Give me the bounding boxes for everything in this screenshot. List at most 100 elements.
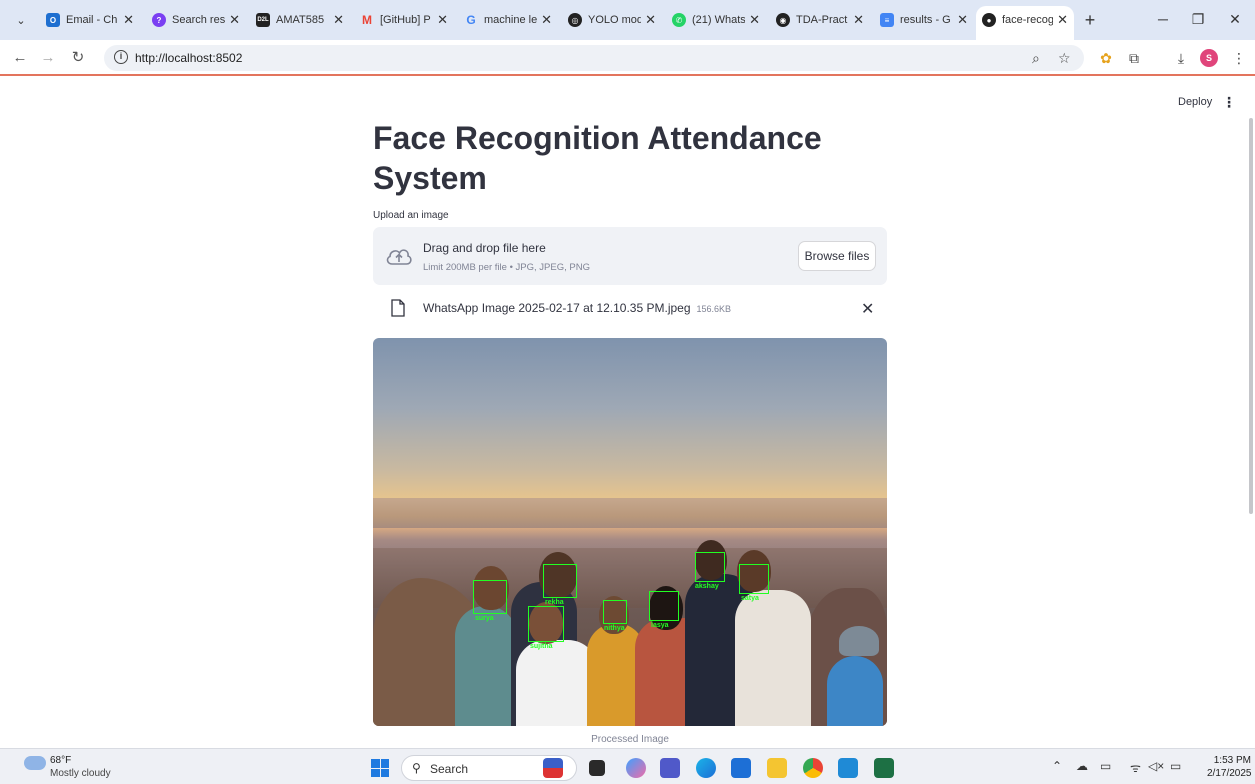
store-icon[interactable] xyxy=(731,758,751,778)
teams-icon[interactable] xyxy=(660,758,680,778)
face-box xyxy=(739,564,769,594)
excel-icon[interactable] xyxy=(874,758,894,778)
close-tab-icon[interactable]: ✕ xyxy=(229,12,240,28)
file-dropzone[interactable]: Drag and drop file here Limit 200MB per … xyxy=(373,227,887,285)
outlook-icon: O xyxy=(46,13,60,27)
dropzone-instruction: Drag and drop file here xyxy=(423,241,546,255)
close-tab-icon[interactable]: ✕ xyxy=(437,12,448,28)
address-bar[interactable]: i http://localhost:8502 ⌕ ☆ xyxy=(104,45,1084,71)
close-tab-icon[interactable]: ✕ xyxy=(541,12,552,28)
face-box xyxy=(528,606,564,642)
clock-date: 2/17/2025 xyxy=(1207,768,1252,779)
edge-icon[interactable] xyxy=(696,758,716,778)
onedrive-icon[interactable]: ☁ xyxy=(1076,759,1088,773)
gmail-icon: M xyxy=(362,13,372,27)
weather-temperature[interactable]: 68°F xyxy=(50,755,71,766)
tab-whatsapp[interactable]: ✆ (21) Whats ✕ xyxy=(666,6,766,34)
puzzle-extensions-icon[interactable]: ⧉ xyxy=(1125,49,1143,67)
tab-face-recognition[interactable]: ● face-recog ✕ xyxy=(976,6,1074,40)
face-label: lasya xyxy=(651,622,669,629)
taskbar: 68°F Mostly cloudy ⚲ Search ⌃ ☁ ▭ ᯤ ◁× ▭… xyxy=(0,748,1255,784)
show-hidden-icons-icon[interactable]: ⌃ xyxy=(1052,759,1062,773)
tab-tda-practice[interactable]: ◉ TDA-Pract ✕ xyxy=(770,6,870,34)
google-docs-icon: ≡ xyxy=(880,13,894,27)
close-tab-icon[interactable]: ✕ xyxy=(1057,12,1068,28)
deploy-button[interactable]: Deploy xyxy=(1178,96,1212,108)
clock-time: 1:53 PM xyxy=(1213,755,1251,766)
wifi-icon[interactable]: ᯤ xyxy=(1130,759,1141,776)
cloud-upload-icon xyxy=(386,249,412,265)
forward-arrow-icon[interactable]: → xyxy=(38,48,58,68)
file-name: WhatsApp Image 2025-02-17 at 12.10.35 PM… xyxy=(423,301,691,315)
remove-file-icon[interactable]: ✕ xyxy=(861,299,874,319)
face-box xyxy=(649,591,679,621)
d2l-icon: D2L xyxy=(256,13,270,27)
search-results-icon: ? xyxy=(152,13,166,27)
chrome-icon[interactable] xyxy=(803,758,823,778)
file-icon xyxy=(391,299,405,317)
search-placeholder: Search xyxy=(430,762,469,776)
display-icon[interactable]: ▭ xyxy=(1100,759,1111,773)
uploaded-file-row: WhatsApp Image 2025-02-17 at 12.10.35 PM… xyxy=(373,295,887,323)
face-label: sujitha xyxy=(530,643,553,650)
extension-icon[interactable]: ✿ xyxy=(1097,49,1115,67)
profile-avatar[interactable]: S xyxy=(1200,49,1218,67)
face-label: surya xyxy=(475,615,494,622)
minimize-icon[interactable]: ─ xyxy=(1148,8,1178,30)
back-arrow-icon[interactable]: ← xyxy=(10,48,30,68)
zoom-icon[interactable]: ⌕ xyxy=(1032,50,1040,67)
download-icon[interactable]: ⤓ xyxy=(1172,49,1190,67)
face-label: nithya xyxy=(604,625,625,632)
close-tab-icon[interactable]: ✕ xyxy=(123,12,134,28)
tab-yolo[interactable]: ◎ YOLO mod ✕ xyxy=(562,6,662,34)
taskbar-clock[interactable]: 1:53 PM 2/17/2025 xyxy=(1207,754,1252,780)
close-tab-icon[interactable]: ✕ xyxy=(957,12,968,28)
openai-icon: ◎ xyxy=(568,13,582,27)
cloud-weather-icon[interactable] xyxy=(24,756,46,770)
site-info-icon[interactable]: i xyxy=(114,50,128,64)
tab-email[interactable]: O Email - Ch ✕ xyxy=(40,6,140,34)
new-tab-button[interactable]: + xyxy=(1080,10,1100,30)
processed-image: surya rekha sujitha nithya lasya akshay … xyxy=(373,338,887,726)
volume-muted-icon[interactable]: ◁× xyxy=(1148,759,1164,773)
face-label: satya xyxy=(741,595,759,602)
reload-icon[interactable]: ↻ xyxy=(68,48,88,68)
browse-files-button[interactable]: Browse files xyxy=(798,241,876,271)
search-icon: ⚲ xyxy=(412,761,421,775)
tab-search-chevron-icon[interactable]: ⌄ xyxy=(6,8,36,32)
face-box xyxy=(543,564,577,598)
close-tab-icon[interactable]: ✕ xyxy=(333,12,344,28)
browser-menu-icon[interactable]: ⋮ xyxy=(1230,49,1248,67)
tab-machine-learning[interactable]: G machine le ✕ xyxy=(458,6,558,34)
restore-icon[interactable]: ❐ xyxy=(1183,8,1213,30)
vscode-icon[interactable] xyxy=(838,758,858,778)
flag-widget-icon[interactable] xyxy=(543,758,563,778)
url-text[interactable]: http://localhost:8502 xyxy=(135,51,242,65)
windows-start-icon[interactable] xyxy=(371,759,389,777)
face-label: rekha xyxy=(545,599,564,606)
page-title: Face Recognition Attendance System xyxy=(373,120,822,196)
file-explorer-icon[interactable] xyxy=(767,758,787,778)
close-window-icon[interactable]: ✕ xyxy=(1220,8,1250,30)
close-tab-icon[interactable]: ✕ xyxy=(749,12,760,28)
tab-results-doc[interactable]: ≡ results - G ✕ xyxy=(874,6,974,34)
task-view-icon[interactable] xyxy=(589,760,605,776)
tab-amat585[interactable]: D2L AMAT585 ✕ xyxy=(250,6,350,34)
upload-label: Upload an image xyxy=(373,210,449,221)
tab-github-mail[interactable]: M [GitHub] P ✕ xyxy=(354,6,454,34)
close-tab-icon[interactable]: ✕ xyxy=(853,12,864,28)
tab-search-results[interactable]: ? Search res ✕ xyxy=(146,6,246,34)
github-icon: ◉ xyxy=(776,13,790,27)
dropzone-limit: Limit 200MB per file • JPG, JPEG, PNG xyxy=(423,262,590,273)
battery-icon[interactable]: ▭ xyxy=(1170,759,1181,773)
page-scrollbar[interactable] xyxy=(1249,118,1253,514)
weather-condition[interactable]: Mostly cloudy xyxy=(50,768,111,779)
bookmark-star-icon[interactable]: ☆ xyxy=(1058,50,1071,67)
google-icon: G xyxy=(466,13,476,27)
face-box xyxy=(695,552,725,582)
copilot-icon[interactable] xyxy=(626,758,646,778)
close-tab-icon[interactable]: ✕ xyxy=(645,12,656,28)
app-menu-icon[interactable]: ⋮ xyxy=(1222,94,1236,111)
face-box xyxy=(603,600,627,624)
whatsapp-icon: ✆ xyxy=(672,13,686,27)
